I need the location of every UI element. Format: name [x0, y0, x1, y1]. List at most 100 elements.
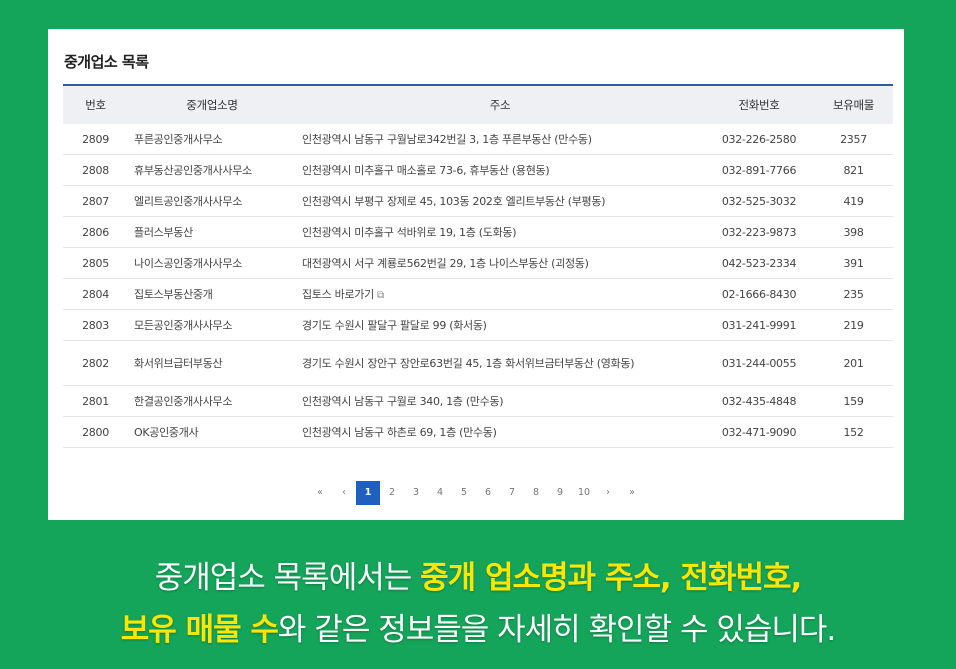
cell-address-text: 경기도 수원시 팔달구 팔달로 99 (화서동) [302, 319, 487, 332]
page-8-button[interactable]: 8 [524, 481, 548, 505]
table-row[interactable]: 2801 한결공인중개사사무소 인천광역시 남동구 구월로 340, 1층 (만수동… [63, 385, 893, 417]
cell-number: 2805 [63, 247, 128, 279]
cell-number-text: 2804 [82, 287, 109, 301]
pagination: «‹ 1 2 3 4 5 6 7 8 9 10 ›» [48, 481, 904, 505]
cell-broker-name: 모든공인중개사사무소 [128, 309, 296, 341]
cell-number: 2800 [63, 416, 128, 448]
cell-phone: 032-525-3032 [704, 185, 814, 217]
page-5-button[interactable]: 5 [452, 481, 476, 505]
page-1-button[interactable]: 1 [356, 481, 380, 505]
cell-broker-name: OK공인중개사 [128, 416, 296, 448]
last-page-button[interactable]: » [620, 481, 644, 505]
cell-listings: 201 [814, 340, 893, 386]
cell-broker-name: 엘리트공인중개사사무소 [128, 185, 296, 217]
page-7-button[interactable]: 7 [500, 481, 524, 505]
cell-listings: 398 [814, 216, 893, 248]
caption-line-2: 보유 매물 수와 같은 정보들을 자세히 확인할 수 있습니다. [0, 604, 956, 649]
cell-listings: 159 [814, 385, 893, 417]
page-3-button[interactable]: 3 [404, 481, 428, 505]
column-header-name: 중개업소명 [128, 84, 296, 124]
table-row[interactable]: 2805 나이스공인중개사사무소 대전광역시 서구 계룡로562번길 29, 1층 … [63, 247, 893, 279]
cell-listings: 391 [814, 247, 893, 279]
cell-phone-text: 032-226-2580 [721, 132, 797, 146]
external-link-icon[interactable]: ⧉ [377, 290, 384, 301]
cell-number: 2804 [63, 278, 128, 310]
cell-address-text: 인천광역시 남동구 하촌로 69, 1층 (만수동) [302, 426, 497, 439]
cell-address-text: 인천광역시 미추홀구 매소홀로 73-6, 휴부동산 (용현동) [302, 164, 550, 177]
table-row[interactable]: 2808 휴부동산공인중개사사무소 인천광역시 미추홀구 매소홀로 73-6, 휴부… [63, 154, 893, 186]
table-row[interactable]: 2802 화서위브급터부동산 경기도 수원시 장안구 장안로63번길 45, 1층 … [63, 340, 893, 386]
first-page-button[interactable]: « [308, 481, 332, 505]
cell-listings: 219 [814, 309, 893, 341]
table-row[interactable]: 2806 플러스부동산 인천광역시 미추홀구 석바위로 19, 1층 (도화동) 03… [63, 216, 893, 248]
cell-address-text: 인천광역시 남동구 구월로 340, 1층 (만수동) [302, 395, 504, 408]
cell-broker-name: 휴부동산공인중개사사무소 [128, 154, 296, 186]
cell-broker-name: 화서위브급터부동산 [128, 340, 296, 386]
caption-highlight: 중개 업소명과 주소, 전화번호, [420, 560, 802, 596]
cell-listings-text: 821 [843, 163, 864, 177]
cell-number-text: 2807 [82, 194, 109, 208]
column-header-phone: 전화번호 [704, 84, 814, 124]
cell-broker-name-text: 화서위브급터부동산 [134, 356, 223, 370]
cell-listings-text: 391 [843, 256, 864, 270]
cell-number-text: 2806 [82, 225, 109, 239]
caption-text: 와 같은 정보들을 자세히 확인할 수 있습니다. [277, 612, 836, 648]
cell-phone: 032-223-9873 [704, 216, 814, 248]
cell-broker-name: 플러스부동산 [128, 216, 296, 248]
prev-page-button[interactable]: ‹ [332, 481, 356, 505]
table-row[interactable]: 2803 모든공인중개사사무소 경기도 수원시 팔달구 팔달로 99 (화서동) 03… [63, 309, 893, 341]
cell-address: 경기도 수원시 장안구 장안로63번길 45, 1층 화서위브금터부동산 (영화… [296, 340, 704, 386]
column-header-listings: 보유매물 [814, 84, 893, 124]
table-row[interactable]: 2800 OK공인중개사 인천광역시 남동구 하촌로 69, 1층 (만수동) 032… [63, 416, 893, 448]
cell-phone: 02-1666-8430 [704, 278, 814, 310]
cell-broker-name-text: 휴부동산공인중개사사무소 [134, 164, 252, 177]
next-page-button[interactable]: › [596, 481, 620, 505]
cell-phone-text: 031-244-0055 [721, 356, 797, 370]
cell-number-text: 2809 [82, 132, 109, 146]
cell-listings: 235 [814, 278, 893, 310]
cell-number: 2809 [63, 124, 128, 155]
cell-phone: 032-891-7766 [704, 154, 814, 186]
page-10-button[interactable]: 10 [572, 481, 596, 505]
cell-number: 2807 [63, 185, 128, 217]
page-2-button[interactable]: 2 [380, 481, 404, 505]
cell-phone: 032-471-9090 [704, 416, 814, 448]
cell-phone-text: 032-471-9090 [721, 425, 797, 439]
cell-broker-name: 푸른공인중개사무소 [128, 124, 296, 155]
page-4-button[interactable]: 4 [428, 481, 452, 505]
cell-address: 인천광역시 남동구 구월로 340, 1층 (만수동) [296, 385, 704, 417]
page-6-button[interactable]: 6 [476, 481, 500, 505]
cell-phone-text: 032-525-3032 [721, 194, 797, 208]
cell-broker-name: 한결공인중개사사무소 [128, 385, 296, 417]
cell-address-text: 인천광역시 미추홀구 석바위로 19, 1층 (도화동) [302, 226, 517, 239]
cell-listings: 419 [814, 185, 893, 217]
cell-number-text: 2802 [82, 356, 109, 370]
table-row[interactable]: 2807 엘리트공인중개사사무소 인천광역시 부평구 장제로 45, 103동 20… [63, 185, 893, 217]
cell-broker-name-text: OK공인중개사 [134, 426, 199, 439]
cell-address-text: 경기도 수원시 장안구 장안로63번길 45, 1층 화서위브금터부동산 (영화… [302, 356, 635, 370]
cell-address: 집토스 바로가기 ⧉ [296, 278, 704, 310]
cell-listings-text: 159 [843, 394, 864, 408]
cell-address: 인천광역시 미추홀구 매소홀로 73-6, 휴부동산 (용현동) [296, 154, 704, 186]
cell-number: 2801 [63, 385, 128, 417]
cell-broker-name-text: 나이스공인중개사사무소 [134, 257, 243, 270]
cell-address-text: 인천광역시 남동구 구월남로342번길 3, 1층 푸른부동산 (만수동) [302, 133, 592, 146]
cell-phone-text: 032-223-9873 [721, 225, 797, 239]
cell-address: 인천광역시 남동구 구월남로342번길 3, 1층 푸른부동산 (만수동) [296, 124, 704, 155]
column-header-number: 번호 [63, 84, 128, 124]
cell-address-text[interactable]: 집토스 바로가기 [302, 288, 374, 301]
cell-number-text: 2800 [82, 425, 109, 439]
table-row[interactable]: 2804 집토스부동산중개 집토스 바로가기 ⧉ 02-1666-8430 235 [63, 278, 893, 310]
cell-address: 인천광역시 미추홀구 석바위로 19, 1층 (도화동) [296, 216, 704, 248]
cell-phone-text: 031-241-9991 [721, 318, 797, 332]
cell-listings-text: 219 [843, 318, 864, 332]
cell-number-text: 2803 [82, 318, 109, 332]
table-row[interactable]: 2809 푸른공인중개사무소 인천광역시 남동구 구월남로342번길 3, 1층 푸… [63, 124, 893, 155]
cell-number-text: 2808 [82, 163, 109, 177]
cell-phone: 031-241-9991 [704, 309, 814, 341]
cell-phone-text: 032-891-7766 [721, 163, 797, 177]
broker-list-panel: 중개업소 목록 번호 중개업소명 주소 전화번호 보유매물 2809 푸른공인중개… [48, 29, 904, 520]
page-9-button[interactable]: 9 [548, 481, 572, 505]
caption-text: 중개업소 목록에서는 [154, 560, 421, 596]
cell-listings: 821 [814, 154, 893, 186]
